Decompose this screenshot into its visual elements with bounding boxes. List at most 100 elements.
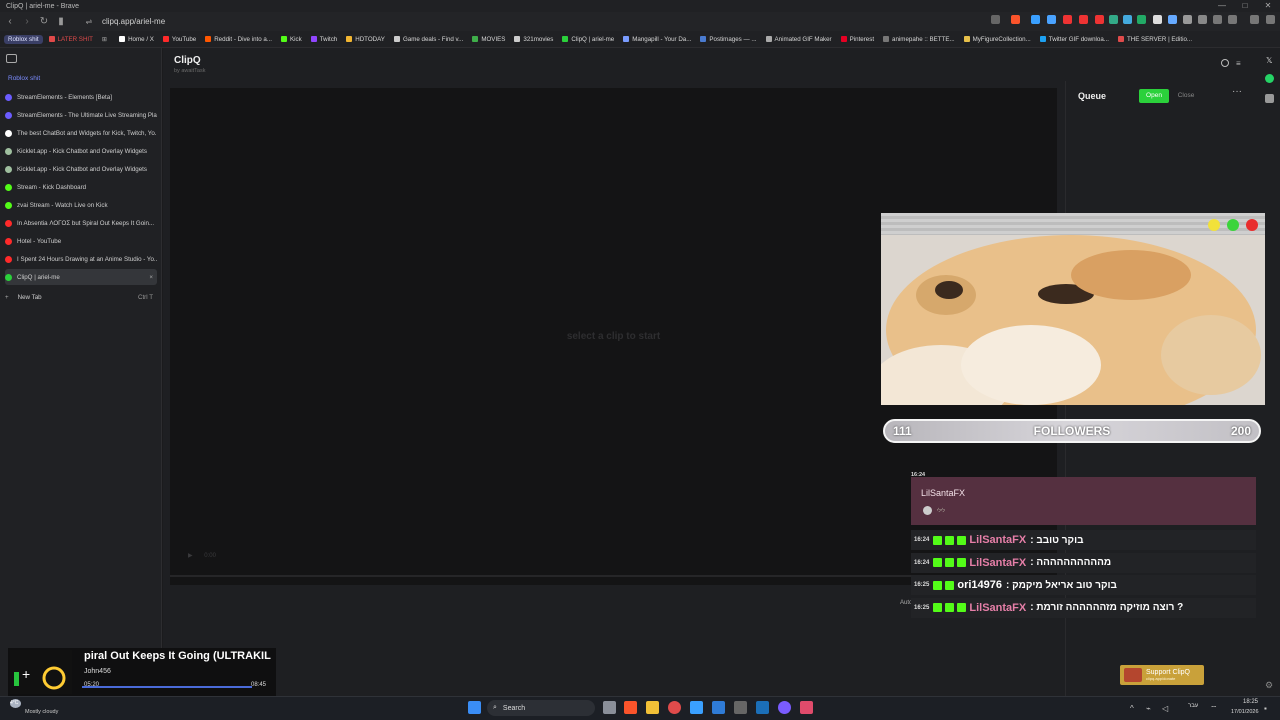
brave-icon[interactable] (624, 701, 637, 714)
puzzle-icon[interactable] (1213, 15, 1222, 24)
bookmark-item[interactable]: Kick (281, 36, 302, 43)
sidebar-tab-item[interactable]: Stream - Kick Dashboard (5, 179, 157, 195)
extension-icon[interactable] (1095, 15, 1104, 24)
brave-shield-icon[interactable] (1011, 15, 1020, 24)
app-icon[interactable] (712, 701, 725, 714)
sidebar-tab-item[interactable]: Kicklet.app - Kick Chatbot and Overlay W… (5, 143, 157, 159)
bookmark-item[interactable]: Game deals - Find v... (393, 36, 463, 43)
bookmark-item[interactable]: MOVIES (472, 36, 505, 43)
sidebar-tab-item[interactable]: ClipQ | ariel-me × (5, 269, 157, 285)
play-icon[interactable]: ▶ (188, 553, 193, 559)
bookmark-item[interactable]: ClipQ | ariel-me (562, 36, 614, 43)
sidebar-toggle-icon[interactable] (6, 54, 17, 63)
sidebar-tab-item[interactable]: I Spent 24 Hours Drawing at an Anime Stu… (5, 251, 157, 267)
app-icon[interactable] (800, 701, 813, 714)
support-clipq-button[interactable]: Support ClipQ clipq.app/donate (1120, 665, 1204, 685)
extension-icon[interactable] (1079, 15, 1088, 24)
app-icon[interactable] (734, 701, 747, 714)
back-icon[interactable]: ‹ (3, 15, 17, 29)
clock-time[interactable]: 18:25 (1243, 699, 1258, 705)
windows-start-icon[interactable] (468, 701, 481, 714)
bookmark-item[interactable]: animepahe :: BETTE... (883, 36, 955, 43)
bookmark-item[interactable]: Reddit - Dive into a... (205, 36, 272, 43)
sidebar-tab-item[interactable]: StreamElements - The Ultimate Live Strea… (5, 107, 157, 123)
bookmark-item[interactable]: Animated GIF Maker (765, 36, 832, 43)
language-indicator[interactable]: עבר (1188, 703, 1198, 709)
new-tab-button[interactable]: + New Tab Ctrl T (5, 289, 157, 305)
extension-icon[interactable] (1047, 15, 1056, 24)
share-icon[interactable] (991, 15, 1000, 24)
sidebar-tab-item[interactable]: The best ChatBot and Widgets for Kick, T… (5, 125, 157, 141)
bookmark-item[interactable]: Twitch (310, 36, 337, 43)
sidebar-tab-item[interactable]: Kicklet.app - Kick Chatbot and Overlay W… (5, 161, 157, 177)
open-queue-button[interactable]: Open (1139, 89, 1169, 103)
bookmark-item[interactable]: Postimages — ... (700, 36, 757, 43)
bookmark-item[interactable]: HDTODAY (346, 36, 385, 43)
forward-icon[interactable]: › (20, 15, 34, 29)
panel-icon[interactable] (1265, 94, 1274, 103)
close-tab-icon[interactable]: × (149, 274, 153, 281)
close-window-button[interactable]: ✕ (1256, 0, 1280, 12)
extension-icon[interactable] (1198, 15, 1207, 24)
tab-group-label[interactable]: Roblox shit (8, 75, 40, 82)
steam-icon[interactable] (756, 701, 769, 714)
clock-date[interactable]: 17/01/2026 (1231, 709, 1259, 715)
bookmark-item[interactable]: THE SERVER | Editio... (1117, 36, 1192, 43)
bookmark-favicon-icon (281, 36, 287, 42)
extension-icon[interactable] (1168, 15, 1177, 24)
close-queue-button[interactable]: Close (1174, 89, 1198, 103)
taskbar-search[interactable]: ⌕ Search (487, 700, 595, 716)
app-icon[interactable] (690, 701, 703, 714)
extension-icon[interactable] (1183, 15, 1192, 24)
apps-grid-icon[interactable]: ⊞ (102, 36, 107, 43)
bookmark-item[interactable]: Home / X (119, 36, 154, 43)
network-icon[interactable]: ⌁ (1146, 704, 1151, 713)
bookmark-item[interactable]: Roblox shit (4, 34, 43, 44)
bookmark-favicon-icon (162, 36, 169, 42)
media-progress-bar[interactable] (82, 686, 252, 688)
app-icon[interactable] (668, 701, 681, 714)
settings-sliders-icon[interactable]: ≡ (1236, 59, 1241, 68)
bookmark-icon[interactable]: ▮ (54, 15, 68, 29)
sidebar-tab-item[interactable]: Hotel - YouTube (5, 233, 157, 249)
site-info-icon[interactable]: ⇌ (82, 15, 96, 29)
file-explorer-icon[interactable] (646, 701, 659, 714)
translate-icon[interactable] (1031, 15, 1040, 24)
history-icon[interactable] (1221, 59, 1229, 67)
bookmark-item[interactable]: Mangapill - Your Da... (623, 36, 691, 43)
maximize-button[interactable]: □ (1233, 0, 1257, 12)
mini-media-player[interactable]: + piral Out Keeps It Going (ULTRAKIL Joh… (8, 648, 276, 696)
settings-gear-icon[interactable]: ⚙ (1265, 680, 1273, 691)
sidebar-tab-item[interactable]: zvai Stream - Watch Live on Kick (5, 197, 157, 213)
bookmark-item[interactable]: Twitter GIF downloa... (1039, 36, 1109, 43)
x-icon[interactable]: 𝕏 (1266, 56, 1272, 65)
bookmark-label: MyFigureCollection... (972, 35, 1031, 43)
extension-icon[interactable] (1109, 15, 1118, 24)
playlist-icon[interactable] (1250, 15, 1259, 24)
sidebar-tab-item[interactable]: In Absentia ΛΟΓΟΣ but Spiral Out Keeps I… (5, 215, 157, 231)
extension-icon[interactable] (1063, 15, 1072, 24)
extension-icon[interactable] (1137, 15, 1146, 24)
chevron-up-icon[interactable]: ^ (1130, 704, 1134, 713)
reload-icon[interactable]: ↻ (37, 15, 51, 29)
whatsapp-icon[interactable] (1265, 74, 1274, 83)
avatar (923, 506, 932, 515)
discord-icon[interactable] (778, 701, 791, 714)
minimize-button[interactable]: — (1210, 0, 1234, 12)
bookmark-item[interactable]: Pinterest (840, 36, 874, 43)
more-options-icon[interactable]: ··· (1232, 86, 1242, 97)
task-view-icon[interactable] (603, 701, 616, 714)
menu-icon[interactable] (1266, 15, 1275, 24)
extension-icon[interactable] (1153, 15, 1162, 24)
wifi-icon[interactable]: ⌔ (1210, 704, 1218, 714)
extension-icon[interactable] (1123, 15, 1132, 24)
bookmark-item[interactable]: MyFigureCollection... (963, 35, 1031, 43)
volume-icon[interactable]: ◁ (1162, 704, 1168, 713)
url-field[interactable]: clipq.app/ariel-me (102, 17, 165, 26)
notification-icon[interactable]: ▪ (1264, 704, 1267, 713)
sidebar-tab-item[interactable]: StreamElements - Elements [Beta] (5, 89, 157, 105)
sidebar-toggle-icon[interactable] (1228, 15, 1237, 24)
bookmark-item[interactable]: LATER SHIT (48, 36, 93, 43)
bookmark-item[interactable]: 321movies (514, 36, 553, 43)
bookmark-item[interactable]: YouTube (162, 36, 196, 43)
